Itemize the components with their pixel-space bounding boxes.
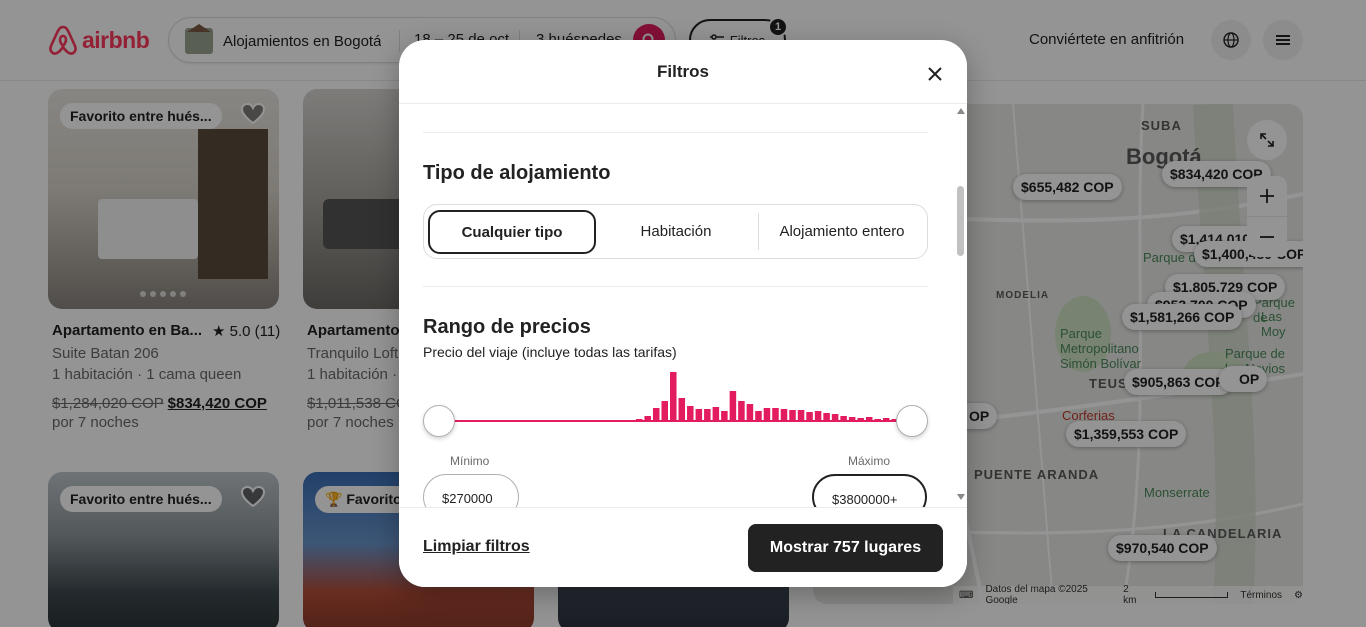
property-type-any[interactable]: Cualquier tipo (428, 210, 596, 254)
show-results-button[interactable]: Mostrar 757 lugares (748, 524, 943, 572)
modal-title: Filtros (657, 62, 709, 81)
filters-modal: Filtros Tipo de alojamiento Cualquier ti… (399, 40, 967, 587)
price-max-handle[interactable] (896, 405, 928, 437)
scrollbar-thumb[interactable] (957, 186, 964, 256)
price-slider-track (439, 420, 899, 422)
scroll-down-arrow-icon[interactable] (957, 494, 965, 500)
property-type-room[interactable]: Habitación (594, 205, 758, 258)
histogram-bar (661, 401, 668, 422)
price-range-title: Rango de precios (423, 316, 591, 338)
scroll-up-arrow-icon[interactable] (957, 108, 965, 114)
modal-footer: Limpiar filtros Mostrar 757 lugares (399, 507, 967, 587)
property-type-entire[interactable]: Alojamiento entero (758, 205, 926, 258)
page: airbnb Alojamientos en Bogotá 18 – 25 de… (0, 0, 1366, 627)
histogram-bar (670, 372, 677, 422)
histogram-bar (729, 391, 737, 422)
histogram-bar (678, 398, 686, 422)
close-button[interactable] (921, 60, 949, 88)
max-price-input[interactable]: $3800000+ (812, 474, 927, 507)
min-price-input[interactable]: $270000 (423, 474, 519, 507)
price-histogram (440, 372, 898, 422)
modal-scrollbar[interactable] (955, 104, 967, 507)
modal-body[interactable]: Tipo de alojamiento Cualquier tipo Habit… (399, 104, 967, 507)
divider (423, 286, 928, 287)
clear-filters-link[interactable]: Limpiar filtros (423, 538, 530, 556)
divider (423, 132, 928, 133)
modal-header: Filtros (399, 40, 967, 104)
min-price-label: Mínimo (450, 454, 490, 468)
histogram-bar (738, 401, 745, 422)
property-type-title: Tipo de alojamiento (423, 162, 611, 184)
price-range-subtitle: Precio del viaje (incluye todas las tari… (423, 344, 677, 360)
price-min-handle[interactable] (423, 405, 455, 437)
property-type-selector: Cualquier tipo Habitación Alojamiento en… (423, 204, 928, 259)
close-icon (928, 67, 942, 81)
max-price-label: Máximo (848, 454, 891, 468)
